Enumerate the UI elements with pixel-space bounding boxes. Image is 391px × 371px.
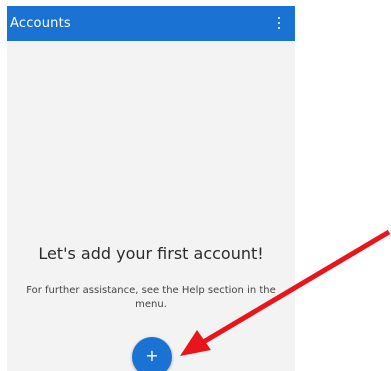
menu-dot <box>278 17 280 19</box>
empty-state-headline: Let's add your first account! <box>38 244 264 263</box>
menu-dot <box>278 22 280 24</box>
screenshot: Accounts Let's add your first account! F… <box>0 0 391 371</box>
plus-icon: + <box>145 346 159 365</box>
add-account-button[interactable]: + <box>132 337 172 371</box>
menu-dot <box>278 27 280 29</box>
app-title: Accounts <box>10 16 71 31</box>
app-screen: Accounts Let's add your first account! F… <box>7 6 295 371</box>
more-vert-icon[interactable] <box>269 12 289 36</box>
app-bar: Accounts <box>7 6 295 41</box>
empty-state-help-text: For further assistance, see the Help sec… <box>26 285 276 310</box>
